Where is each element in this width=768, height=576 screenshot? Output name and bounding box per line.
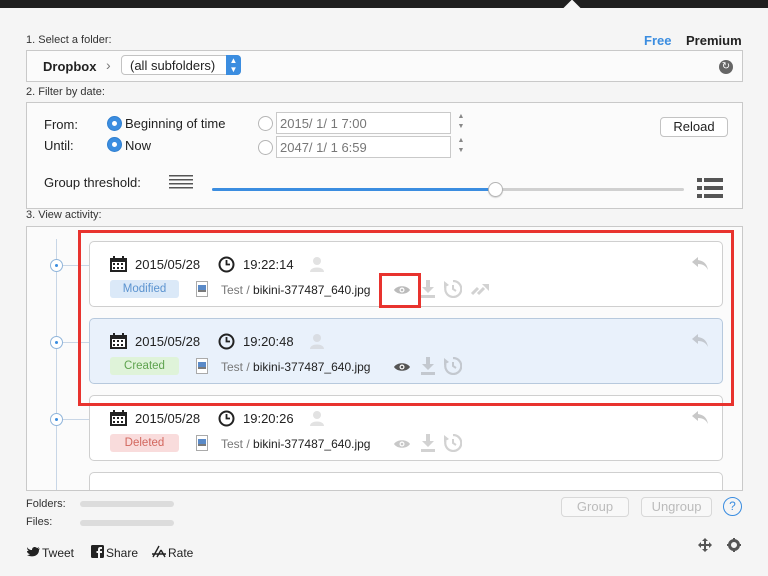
move-icon[interactable] [698,538,712,552]
timeline-line [56,239,57,490]
gear-icon[interactable] [727,538,741,552]
files-label: Files: [26,516,53,528]
twitter-icon [27,546,40,557]
ungroup-button[interactable]: Ungroup [641,497,712,517]
history-icon[interactable] [444,434,462,452]
list-expanded-icon [697,178,723,198]
download-icon[interactable] [420,434,436,452]
select-arrows-icon: ▲ ▼ [226,55,241,75]
folder-box: Dropbox › (all subfolders) ▲ ▼ ↻ [26,50,743,82]
radio-until-date[interactable] [258,140,273,155]
highlight-box [78,230,734,406]
timeline-node [50,259,63,272]
entry-time: 19:20:26 [243,411,294,426]
user-icon [310,411,324,426]
plan-free-tab[interactable]: Free [644,33,671,48]
group-threshold-label: Group threshold: [44,175,141,190]
tweet-button[interactable]: Tweet [42,546,74,560]
app-panel: Free Premium 1. Select a folder: Dropbox… [0,8,768,576]
group-threshold-slider-fill [212,188,495,191]
highlight-box-preview [379,273,421,308]
until-date-input[interactable]: 2047/ 1/ 1 6:59 [276,136,451,158]
beginning-of-time-label[interactable]: Beginning of time [125,116,225,131]
file-path: Test / bikini-377487_640.jpg [221,437,371,451]
filter-by-date-label: 2. Filter by date: [26,86,105,98]
until-label: Until: [44,138,74,153]
radio-from-date[interactable] [258,116,273,131]
now-label[interactable]: Now [125,138,151,153]
status-badge: Deleted [110,434,179,452]
clock-icon [218,410,235,427]
help-button[interactable]: ? [723,497,742,516]
from-date-input[interactable]: 2015/ 1/ 1 7:00 [276,112,451,134]
view-activity-label: 3. View activity: [26,209,102,221]
facebook-icon [91,545,104,558]
timeline-connector [63,419,89,420]
image-file-icon [196,435,208,451]
files-progress-bar [80,520,174,526]
entry-date: 2015/05/28 [135,411,201,426]
date-filter-box: From: Until: Beginning of time Now 2015/… [26,102,743,209]
plan-premium-tab[interactable]: Premium [686,33,742,48]
subfolder-select-value: (all subfolders) [130,58,216,73]
folders-progress-bar [80,501,174,507]
radio-now[interactable] [107,137,122,152]
calendar-icon [110,410,127,426]
share-button[interactable]: Share [106,546,138,560]
radio-beginning-of-time[interactable] [107,116,122,131]
from-date-stepper[interactable]: ▲ ▼ [455,112,467,134]
timeline-node [50,413,63,426]
reload-button[interactable]: Reload [660,117,728,137]
timeline-node [50,336,63,349]
sync-icon[interactable]: ↻ [719,60,733,74]
rate-button[interactable]: Rate [168,546,193,560]
select-folder-label: 1. Select a folder: [26,34,112,46]
until-date-stepper[interactable]: ▲ ▼ [455,136,467,158]
revert-icon[interactable] [690,409,710,425]
subfolder-select[interactable]: (all subfolders) ▲ ▼ [121,55,241,75]
from-label: From: [44,117,78,132]
list-compact-icon [169,175,193,189]
app-store-icon [152,545,166,558]
group-button[interactable]: Group [561,497,629,517]
chevron-right-icon: › [106,57,111,73]
folder-name[interactable]: Dropbox [43,59,96,74]
group-threshold-slider-knob[interactable] [488,182,503,197]
preview-eye-icon[interactable] [393,438,411,450]
folders-label: Folders: [26,498,66,510]
activity-entry[interactable] [89,472,723,490]
